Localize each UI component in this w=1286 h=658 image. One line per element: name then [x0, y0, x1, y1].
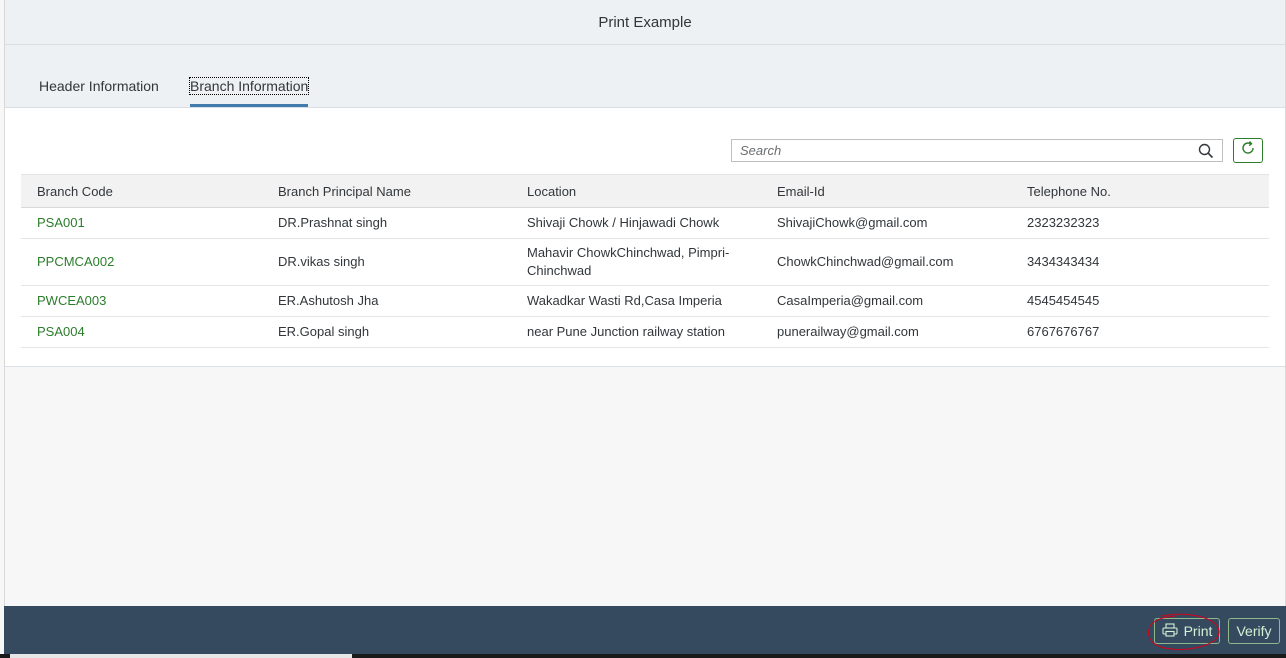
cell-location: Shivaji Chowk / Hinjawadi Chowk — [511, 207, 761, 239]
search-input[interactable] — [732, 140, 1180, 161]
cell-branch-code: PSA004 — [21, 316, 262, 348]
table-row[interactable]: PSA004 ER.Gopal singh near Pune Junction… — [21, 316, 1269, 348]
refresh-icon — [1239, 139, 1257, 162]
tab-header-information[interactable]: Header Information — [39, 77, 159, 105]
cell-branch-code: PPCMCA002 — [21, 238, 262, 286]
taskbar-segment — [10, 654, 352, 658]
table-row[interactable]: PPCMCA002 DR.vikas singh Mahavir ChowkCh… — [21, 238, 1269, 286]
branch-panel: Branch Code Branch Principal Name Locati… — [5, 108, 1285, 367]
cell-principal-name: DR.Prashnat singh — [262, 207, 511, 239]
branch-table: Branch Code Branch Principal Name Locati… — [21, 174, 1269, 348]
annotation-circle — [1148, 613, 1220, 650]
table-row[interactable]: PSA001 DR.Prashnat singh Shivaji Chowk /… — [21, 207, 1269, 239]
column-header-branch-code[interactable]: Branch Code — [21, 174, 262, 208]
table-header-row: Branch Code Branch Principal Name Locati… — [21, 174, 1269, 208]
column-header-location[interactable]: Location — [511, 174, 761, 208]
dialog-title-bar: Print Example — [5, 0, 1285, 45]
search-field[interactable] — [731, 139, 1223, 162]
dialog: Print Example Header Information Branch … — [4, 0, 1286, 606]
cell-branch-code: PSA001 — [21, 207, 262, 239]
cell-email: ChowkChinchwad@gmail.com — [761, 238, 1011, 286]
cell-principal-name: DR.vikas singh — [262, 238, 511, 286]
cell-telephone: 3434343434 — [1011, 238, 1269, 286]
refresh-button[interactable] — [1233, 138, 1263, 163]
cell-principal-name: ER.Gopal singh — [262, 316, 511, 348]
cell-principal-name: ER.Ashutosh Jha — [262, 285, 511, 317]
column-header-email[interactable]: Email-Id — [761, 174, 1011, 208]
tab-branch-information[interactable]: Branch Information — [188, 77, 310, 107]
cell-branch-code: PWCEA003 — [21, 285, 262, 317]
verify-label: Verify — [1236, 623, 1272, 639]
taskbar-strip — [0, 654, 1286, 658]
footer-toolbar: Print Verify — [4, 606, 1286, 654]
cell-telephone: 2323232323 — [1011, 207, 1269, 239]
cell-location: near Pune Junction railway station — [511, 316, 761, 348]
column-header-telephone[interactable]: Telephone No. — [1011, 174, 1269, 208]
tab-bar: Header Information Branch Information — [5, 45, 1285, 108]
cell-email: punerailway@gmail.com — [761, 316, 1011, 348]
cell-telephone: 4545454545 — [1011, 285, 1269, 317]
column-header-principal-name[interactable]: Branch Principal Name — [262, 174, 511, 208]
cell-telephone: 6767676767 — [1011, 316, 1269, 348]
cell-email: CasaImperia@gmail.com — [761, 285, 1011, 317]
search-icon[interactable] — [1198, 143, 1214, 159]
verify-button[interactable]: Verify — [1228, 618, 1280, 644]
tab-label: Header Information — [39, 78, 159, 94]
cell-location: Wakadkar Wasti Rd,Casa Imperia — [511, 285, 761, 317]
cell-email: ShivajiChowk@gmail.com — [761, 207, 1011, 239]
table-row[interactable]: PWCEA003 ER.Ashutosh Jha Wakadkar Wasti … — [21, 285, 1269, 317]
tab-label: Branch Information — [188, 77, 310, 95]
cell-location: Mahavir ChowkChinchwad, Pimpri-Chinchwad — [511, 238, 761, 286]
dialog-title: Print Example — [598, 13, 692, 31]
